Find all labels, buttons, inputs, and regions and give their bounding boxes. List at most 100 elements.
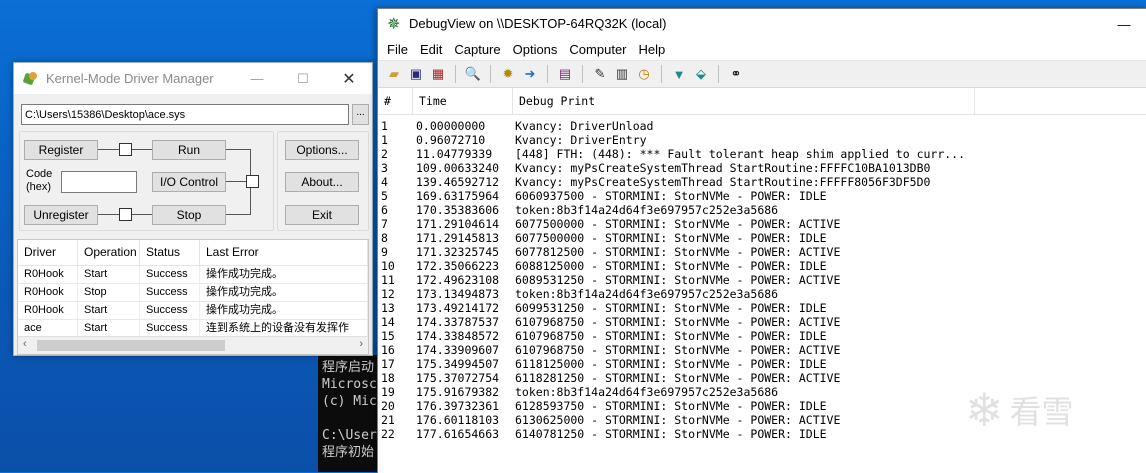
table-row[interactable]: 10 172.35066223 6088125000 - STORMINI: Sto… (378, 259, 1146, 273)
exit-button[interactable]: Exit (285, 205, 359, 225)
table-row[interactable]: 7 171.29104614 6077500000 - STORMINI: Stor… (378, 217, 1146, 231)
table-row[interactable]: 1 0.00000000 Kvancy: DriverUnload (378, 119, 1146, 133)
cell-time: 171.29145813 (416, 231, 500, 245)
register-button[interactable]: Register (24, 140, 98, 160)
column-header-operation[interactable]: Operation (78, 240, 140, 265)
column-header-last-error[interactable]: Last Error (200, 240, 368, 265)
column-header-driver[interactable]: Driver (18, 240, 78, 265)
menu-options[interactable]: Options (507, 42, 564, 57)
menu-file[interactable]: File (381, 42, 414, 57)
column-header-debug-print[interactable]: Debug Print (513, 88, 975, 114)
cell-index: 1 (381, 133, 388, 147)
close-icon[interactable]: ✕ (326, 63, 372, 94)
driver-path-input[interactable] (21, 104, 349, 125)
kmdm-title: Kernel-Mode Driver Manager (46, 71, 214, 86)
code-hex-label: (hex) (26, 181, 52, 193)
menu-computer[interactable]: Computer (563, 42, 632, 57)
cell-status: Success (140, 302, 200, 319)
cell-index: 17 (381, 357, 395, 371)
cell-operation: Start (78, 320, 140, 337)
cell-time: 175.91679382 (416, 385, 500, 399)
cell-time: 176.60118103 (416, 413, 500, 427)
save-icon[interactable]: ▣ (406, 64, 426, 84)
cell-operation: Stop (78, 284, 140, 301)
capture-gear-icon[interactable]: ✹ (498, 64, 518, 84)
column-header-time[interactable]: Time (413, 88, 513, 114)
list-item[interactable]: R0Hook Start Success 操作成功完成。 (18, 302, 368, 320)
menu-help[interactable]: Help (633, 42, 672, 57)
find-icon[interactable]: 🔍 (463, 64, 483, 84)
scroll-left-icon[interactable]: ‹ (23, 338, 27, 350)
capture-arrow-icon[interactable]: ➜ (520, 64, 540, 84)
options-button[interactable]: Options... (285, 140, 359, 160)
cell-operation: Start (78, 266, 140, 283)
unregister-button[interactable]: Unregister (24, 205, 98, 225)
list-item[interactable]: R0Hook Stop Success 操作成功完成。 (18, 284, 368, 302)
cell-debug-print: 6077500000 - STORMINI: StorNVMe - POWER:… (515, 217, 841, 231)
cell-debug-print: 6130625000 - STORMINI: StorNVMe - POWER:… (515, 413, 841, 427)
minimize-icon[interactable]: — (1101, 9, 1146, 40)
table-row[interactable]: 15 174.33848572 6107968750 - STORMINI: Sto… (378, 329, 1146, 343)
driver-log-list[interactable]: Driver Operation Status Last Error R0Hoo… (17, 239, 369, 355)
menu-edit[interactable]: Edit (414, 42, 448, 57)
binoculars-icon[interactable]: ⚭ (726, 64, 746, 84)
cell-operation: Start (78, 302, 140, 319)
browse-button[interactable]: ... (352, 104, 369, 125)
cell-debug-print: Kvancy: myPsCreateSystemThread StartRout… (515, 175, 931, 189)
table-row[interactable]: 14 174.33787537 6107968750 - STORMINI: Sto… (378, 315, 1146, 329)
edit-filter-icon[interactable]: ✎ (590, 64, 610, 84)
table-row[interactable]: 5 169.63175964 6060937500 - STORMINI: Stor… (378, 189, 1146, 203)
table-row[interactable]: 2 11.04779339 [448] FTH: (448): *** Fault … (378, 147, 1146, 161)
cell-debug-print: 6118125000 - STORMINI: StorNVMe - POWER:… (515, 357, 827, 371)
cell-debug-print: token:8b3f14a24d64f3e697957c252e3a5686 (515, 385, 779, 399)
minimize-icon[interactable]: — (234, 63, 280, 94)
kmdm-titlebar[interactable]: Kernel-Mode Driver Manager — ☐ ✕ (14, 63, 372, 94)
code-hex-input[interactable] (61, 171, 137, 193)
cell-driver: R0Hook (18, 266, 78, 283)
table-row[interactable]: 4 139.46592712 Kvancy: myPsCreateSystemThr… (378, 175, 1146, 189)
table-row[interactable]: 3 109.00633240 Kvancy: myPsCreateSystemThr… (378, 161, 1146, 175)
cell-index: 19 (381, 385, 395, 399)
table-row[interactable]: 1 0.96072710 Kvancy: DriverEntry (378, 133, 1146, 147)
menu-capture[interactable]: Capture (448, 42, 506, 57)
clear-display-icon[interactable]: ▦ (428, 64, 448, 84)
list-item[interactable]: R0Hook Start Success 操作成功完成。 (18, 266, 368, 284)
horizontal-scrollbar[interactable]: ‹ › (18, 336, 368, 354)
list-header: # Time Debug Print (378, 88, 1146, 115)
table-row[interactable]: 16 174.33909607 6107968750 - STORMINI: Sto… (378, 343, 1146, 357)
cell-debug-print: 6088125000 - STORMINI: StorNVMe - POWER:… (515, 259, 827, 273)
watermark-text: 看雪 (1009, 393, 1074, 431)
cell-time: 175.34994507 (416, 357, 500, 371)
table-row[interactable]: 13 173.49214172 6099531250 - STORMINI: Sto… (378, 301, 1146, 315)
column-header-status[interactable]: Status (140, 240, 200, 265)
filter-icon[interactable]: ▼ (669, 64, 689, 84)
cell-debug-print: [448] FTH: (448): *** Fault tolerant hea… (515, 147, 966, 161)
io-control-button[interactable]: I/O Control (152, 172, 226, 192)
cell-index: 20 (381, 399, 395, 413)
toolbar: ▰ ▣ ▦ 🔍 ✹ ➜ ▤ ✎ ▥ ◷ ▼ ⬙ ⚭ (378, 60, 1146, 88)
table-row[interactable]: 11 172.49623108 6089531250 - STORMINI: Sto… (378, 273, 1146, 287)
properties-icon[interactable]: ▥ (612, 64, 632, 84)
column-header-index[interactable]: # (378, 88, 413, 114)
table-row[interactable]: 12 173.13494873 token:8b3f14a24d64f3e69795… (378, 287, 1146, 301)
list-header: Driver Operation Status Last Error (18, 240, 368, 266)
about-button[interactable]: About... (285, 172, 359, 192)
cell-debug-print: Kvancy: DriverEntry (515, 133, 647, 147)
capture-kernel-icon[interactable]: ▤ (555, 64, 575, 84)
cell-status: Success (140, 266, 200, 283)
table-row[interactable]: 17 175.34994507 6118125000 - STORMINI: Sto… (378, 357, 1146, 371)
scrollbar-thumb[interactable] (37, 340, 225, 351)
highlight-icon[interactable]: ⬙ (691, 64, 711, 84)
debugview-titlebar[interactable]: DebugView on \\DESKTOP-64RQ32K (local) — (378, 9, 1146, 38)
run-button[interactable]: Run (152, 140, 226, 160)
table-row[interactable]: 9 171.32325745 6077812500 - STORMINI: Stor… (378, 245, 1146, 259)
table-row[interactable]: 18 175.37072754 6118281250 - STORMINI: Sto… (378, 371, 1146, 385)
table-row[interactable]: 8 171.29145813 6077500000 - STORMINI: Stor… (378, 231, 1146, 245)
scroll-right-icon[interactable]: › (359, 338, 363, 350)
open-folder-icon[interactable]: ▰ (384, 64, 404, 84)
clock-icon[interactable]: ◷ (634, 64, 654, 84)
stop-button[interactable]: Stop (152, 205, 226, 225)
table-row[interactable]: 6 170.35383606 token:8b3f14a24d64f3e697957… (378, 203, 1146, 217)
cell-index: 12 (381, 287, 395, 301)
maximize-icon[interactable]: ☐ (280, 63, 326, 94)
